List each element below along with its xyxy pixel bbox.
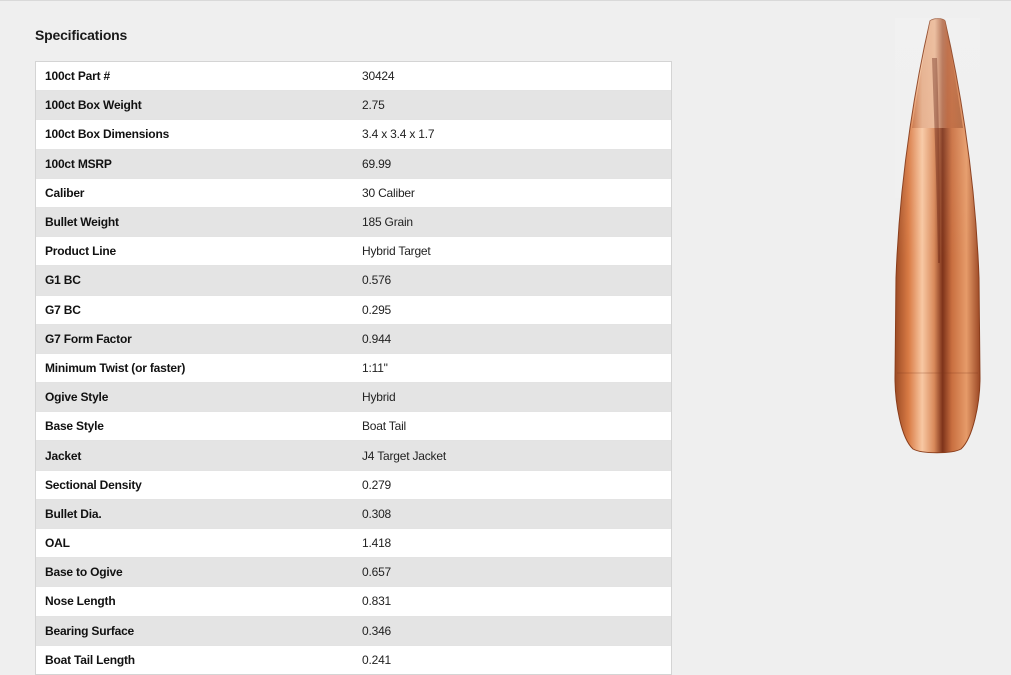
table-row: Base to Ogive 0.657 (36, 558, 671, 588)
table-row: Bullet Weight 185 Grain (36, 207, 671, 238)
spec-value: 0.308 (362, 506, 392, 521)
spec-value: 0.279 (362, 477, 392, 492)
table-row: Nose Length 0.831 (36, 587, 671, 617)
spec-value: 0.346 (362, 623, 392, 638)
spec-label: Caliber (45, 185, 85, 200)
spec-label: Product Line (45, 244, 116, 259)
spec-value: 0.944 (362, 331, 392, 346)
table-row: Minimum Twist (or faster) 1:11" (36, 354, 671, 384)
table-row: Jacket J4 Target Jacket (36, 441, 671, 471)
spec-value: 1.418 (362, 536, 392, 551)
spec-value: 2.75 (362, 98, 385, 113)
spec-label: 100ct Box Weight (45, 98, 142, 113)
table-row: Boat Tail Length 0.241 (36, 646, 671, 674)
spec-label: Nose Length (45, 594, 116, 609)
spec-label: G1 BC (45, 273, 81, 288)
spec-label: Ogive Style (45, 390, 109, 405)
table-row: 100ct MSRP 69.99 (36, 149, 671, 179)
table-row: G7 Form Factor 0.944 (36, 324, 671, 354)
table-row: OAL 1.418 (36, 529, 671, 559)
spec-value: Hybrid (362, 390, 396, 405)
spec-value: 3.4 x 3.4 x 1.7 (362, 127, 435, 142)
spec-value: J4 Target Jacket (362, 448, 446, 463)
top-divider (0, 0, 1011, 1)
spec-label: Bullet Weight (45, 215, 119, 230)
spec-label: Bullet Dia. (45, 506, 102, 521)
spec-label: OAL (45, 536, 70, 551)
spec-label: Minimum Twist (or faster) (45, 360, 186, 375)
bullet-image (885, 18, 990, 458)
spec-label: G7 BC (45, 302, 81, 317)
spec-label: Base to Ogive (45, 565, 123, 580)
spec-label: 100ct Box Dimensions (45, 127, 170, 142)
spec-value: Boat Tail (362, 419, 407, 434)
table-row: 100ct Box Dimensions 3.4 x 3.4 x 1.7 (36, 120, 671, 150)
spec-value: Hybrid Target (362, 244, 431, 259)
table-row: 100ct Part # 30424 (36, 62, 671, 92)
spec-value: 30424 (362, 69, 395, 84)
spec-label: 100ct Part # (45, 69, 110, 84)
table-row: G7 BC 0.295 (36, 296, 671, 325)
spec-value: 0.576 (362, 273, 392, 288)
table-row: Ogive Style Hybrid (36, 383, 671, 413)
table-row: Caliber 30 Caliber (36, 179, 671, 208)
spec-value: 0.241 (362, 652, 392, 667)
spec-label: Bearing Surface (45, 623, 135, 638)
spec-label: Sectional Density (45, 477, 142, 492)
table-row: Base Style Boat Tail (36, 412, 671, 442)
spec-value: 185 Grain (362, 215, 413, 230)
spec-label: Jacket (45, 448, 82, 463)
spec-label: 100ct MSRP (45, 156, 112, 171)
spec-value: 1:11" (362, 360, 388, 375)
table-row: Bearing Surface 0.346 (36, 616, 671, 646)
spec-value: 69.99 (362, 156, 392, 171)
specifications-table: 100ct Part # 30424 100ct Box Weight 2.75… (35, 61, 672, 675)
specifications-heading: Specifications (35, 27, 128, 43)
bullet-icon (894, 18, 981, 458)
table-row: Sectional Density 0.279 (36, 471, 671, 500)
spec-value: 0.657 (362, 565, 392, 580)
spec-label: Boat Tail Length (45, 652, 135, 667)
spec-value: 30 Caliber (362, 185, 415, 200)
spec-value: 0.295 (362, 302, 392, 317)
spec-value: 0.831 (362, 594, 392, 609)
table-row: Product Line Hybrid Target (36, 237, 671, 267)
spec-label: G7 Form Factor (45, 331, 132, 346)
spec-label: Base Style (45, 419, 104, 434)
table-row: G1 BC 0.576 (36, 266, 671, 296)
table-row: Bullet Dia. 0.308 (36, 499, 671, 529)
table-row: 100ct Box Weight 2.75 (36, 91, 671, 121)
